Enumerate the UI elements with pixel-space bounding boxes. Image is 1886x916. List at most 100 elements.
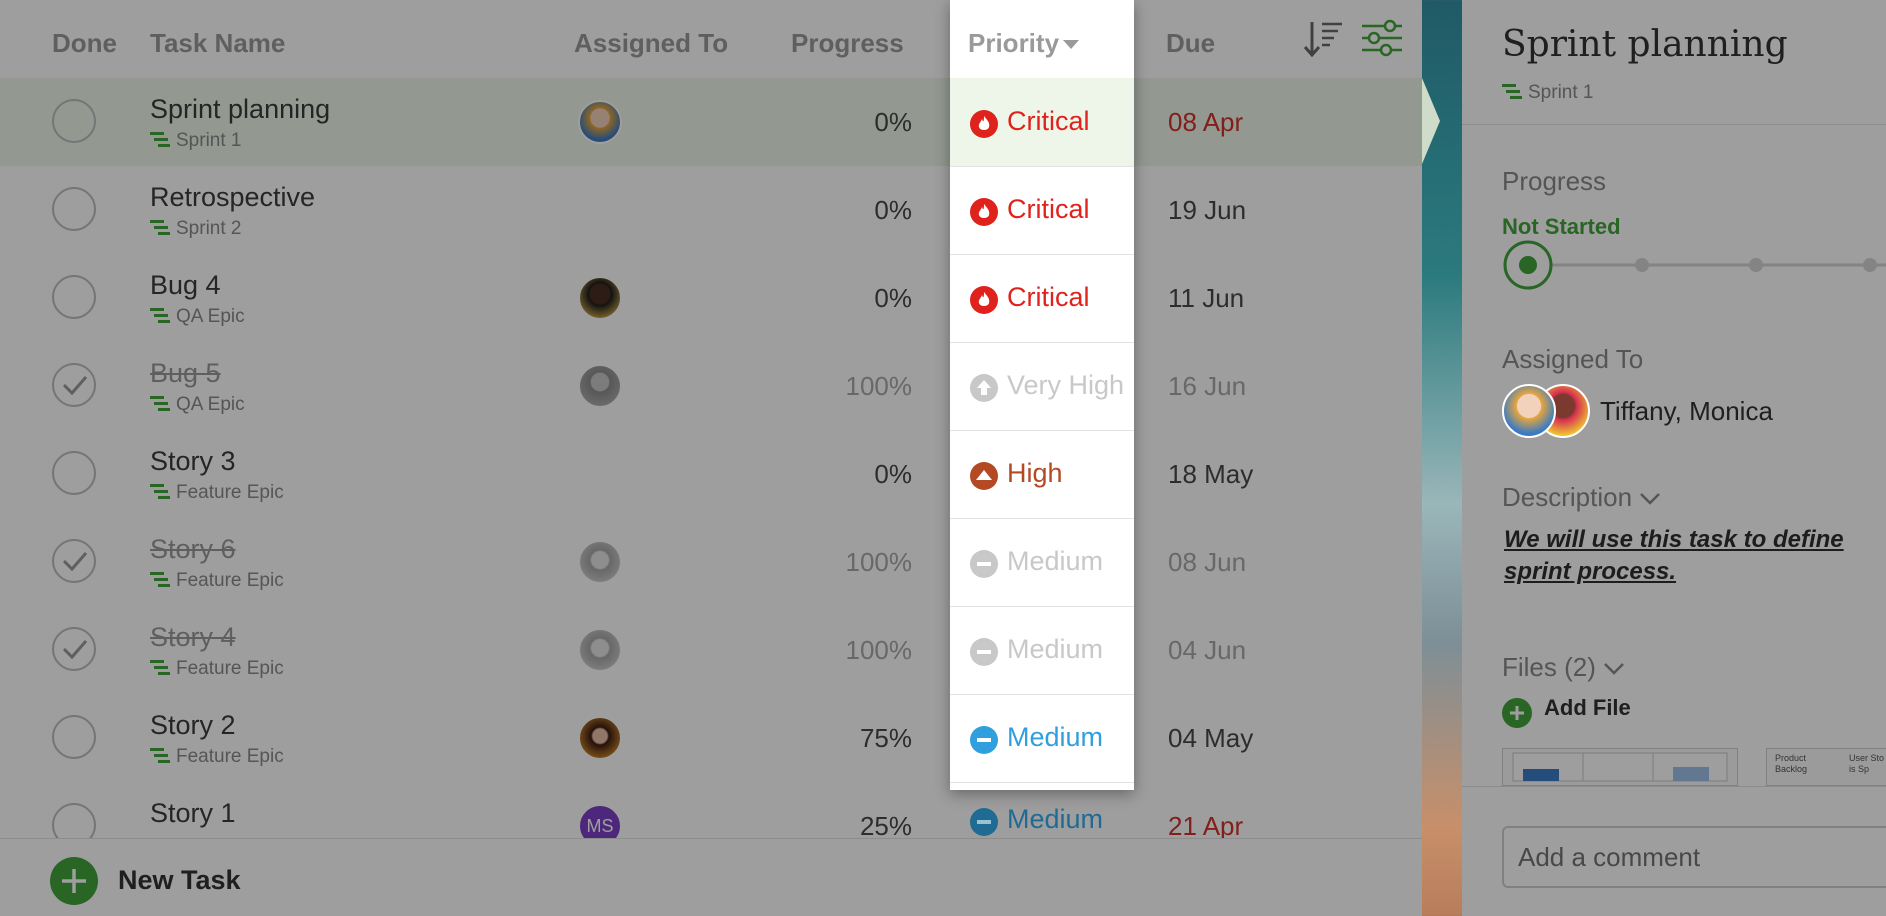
- filter-sliders-icon[interactable]: [1360, 18, 1404, 65]
- divider: [1462, 786, 1886, 787]
- priority-cell[interactable]: Very High: [950, 342, 1134, 431]
- minus-icon: [970, 638, 998, 666]
- task-name[interactable]: Story 4: [150, 622, 236, 653]
- comment-input[interactable]: [1502, 826, 1886, 888]
- done-checkbox[interactable]: [52, 539, 96, 583]
- file-thumbnail[interactable]: Product Backlog User Sto is Sp: [1766, 748, 1886, 786]
- table-row[interactable]: Bug 4 QA Epic 0% 11 Jun: [0, 254, 1422, 343]
- detail-files-label[interactable]: Files (2): [1502, 652, 1625, 683]
- priority-cell[interactable]: Critical: [950, 166, 1134, 255]
- column-header-priority[interactable]: Priority: [968, 28, 1080, 59]
- task-due-date[interactable]: 19 Jun: [1168, 195, 1246, 226]
- table-row[interactable]: Story 6 Feature Epic 100% 08 Jun: [0, 518, 1422, 607]
- file-thumbnail[interactable]: [1502, 748, 1738, 786]
- column-header-due[interactable]: Due: [1166, 28, 1215, 59]
- task-due-date[interactable]: 08 Apr: [1168, 107, 1243, 138]
- priority-cell[interactable]: Medium: [950, 694, 1134, 783]
- task-name[interactable]: Story 6: [150, 534, 236, 565]
- task-due-date[interactable]: 16 Jun: [1168, 371, 1246, 402]
- task-due-date[interactable]: 18 May: [1168, 459, 1253, 490]
- task-epic: Feature Epic: [150, 570, 284, 592]
- files-label-text: Files (2): [1502, 652, 1596, 682]
- priority-cell[interactable]: Critical: [950, 78, 1134, 167]
- table-row[interactable]: Story 2 Feature Epic 75% 04 May: [0, 694, 1422, 783]
- add-file-icon[interactable]: [1502, 698, 1532, 728]
- task-progress: 100%: [845, 371, 913, 401]
- table-row[interactable]: Story 3 Feature Epic 0% 18 May: [0, 430, 1422, 519]
- task-epic: Sprint 1: [150, 130, 241, 152]
- priority-label: Medium: [1007, 634, 1104, 664]
- avatar: [578, 364, 622, 408]
- priority-label: Critical: [1007, 282, 1090, 312]
- task-epic-label: Feature Epic: [176, 658, 284, 679]
- done-checkbox[interactable]: [52, 363, 96, 407]
- arrow-up-icon: [970, 374, 998, 402]
- task-name[interactable]: Retrospective: [150, 182, 315, 213]
- progress-stepper[interactable]: [1502, 240, 1886, 290]
- task-name[interactable]: Story 3: [150, 446, 236, 477]
- epic-icon: [150, 571, 170, 589]
- divider: [1462, 124, 1886, 125]
- priority-cell[interactable]: Critical: [950, 254, 1134, 343]
- detail-epic[interactable]: Sprint 1: [1502, 82, 1593, 104]
- detail-progress-label: Progress: [1502, 166, 1607, 196]
- add-task-button[interactable]: [50, 857, 98, 905]
- done-checkbox[interactable]: [52, 275, 96, 319]
- task-name[interactable]: Story 2: [150, 710, 236, 741]
- task-list-panel: Done Task Name Assigned To Progress Due: [0, 0, 1422, 916]
- triangle-up-icon: [970, 462, 998, 490]
- task-epic-label: QA Epic: [176, 394, 245, 415]
- priority-cell[interactable]: Medium: [950, 606, 1134, 695]
- table-header: Done Task Name Assigned To Progress Due: [0, 0, 1422, 79]
- task-epic-label: Feature Epic: [176, 746, 284, 767]
- column-header-done[interactable]: Done: [52, 28, 117, 59]
- task-due-date[interactable]: 11 Jun: [1168, 283, 1244, 314]
- task-name[interactable]: Bug 5: [150, 358, 221, 389]
- epic-icon: [150, 747, 170, 765]
- detail-epic-label: Sprint 1: [1528, 82, 1594, 103]
- add-file-button[interactable]: Add File: [1544, 695, 1631, 721]
- table-row[interactable]: Retrospective Sprint 2 0% 19 Jun: [0, 166, 1422, 255]
- priority-cell[interactable]: Medium: [950, 518, 1134, 607]
- task-due-date[interactable]: 08 Jun: [1168, 547, 1246, 578]
- table-row[interactable]: Sprint planning Sprint 1 0% 08 Apr: [0, 78, 1422, 167]
- detail-title[interactable]: Sprint planning: [1502, 24, 1788, 65]
- table-row[interactable]: Story 4 Feature Epic 100% 04 Jun: [0, 606, 1422, 695]
- priority-label: Medium: [1007, 546, 1104, 576]
- task-progress: 0%: [874, 107, 912, 137]
- assignee-names[interactable]: Tiffany, Monica: [1600, 396, 1773, 427]
- task-progress: 0%: [874, 283, 912, 313]
- new-task-label[interactable]: New Task: [118, 865, 241, 896]
- task-epic-label: Sprint 1: [176, 130, 242, 151]
- task-due-date[interactable]: 04 Jun: [1168, 635, 1246, 666]
- done-checkbox[interactable]: [52, 451, 96, 495]
- description-label-text: Description: [1502, 482, 1633, 512]
- priority-cell[interactable]: High: [950, 430, 1134, 519]
- column-header-assigned-to[interactable]: Assigned To: [574, 28, 728, 59]
- flame-icon: [970, 198, 998, 226]
- task-name[interactable]: Sprint planning: [150, 94, 330, 125]
- column-header-task-name[interactable]: Task Name: [150, 28, 285, 59]
- task-progress: 0%: [874, 195, 912, 225]
- progress-status: Not Started: [1502, 214, 1621, 239]
- assignee-avatars[interactable]: [1502, 384, 1592, 438]
- task-progress: 100%: [845, 547, 913, 577]
- priority-label: Medium: [1007, 806, 1104, 834]
- epic-icon: [150, 395, 170, 413]
- column-header-progress[interactable]: Progress: [791, 28, 904, 59]
- done-checkbox[interactable]: [52, 715, 96, 759]
- flame-icon: [970, 286, 998, 314]
- task-due-date[interactable]: 04 May: [1168, 723, 1253, 754]
- epic-icon: [150, 483, 170, 501]
- sort-lines-icon[interactable]: [1302, 18, 1344, 65]
- done-checkbox[interactable]: [52, 99, 96, 143]
- task-name[interactable]: Story 1: [150, 798, 236, 829]
- table-row[interactable]: Bug 5 QA Epic 100% 16 Jun: [0, 342, 1422, 431]
- priority-cell[interactable]: Medium: [950, 806, 1134, 838]
- done-checkbox[interactable]: [52, 627, 96, 671]
- done-checkbox[interactable]: [52, 187, 96, 231]
- detail-description-label[interactable]: Description: [1502, 482, 1661, 513]
- task-name[interactable]: Bug 4: [150, 270, 221, 301]
- task-progress: 75%: [859, 723, 912, 753]
- task-description[interactable]: We will use this task to define sprint p…: [1504, 524, 1886, 588]
